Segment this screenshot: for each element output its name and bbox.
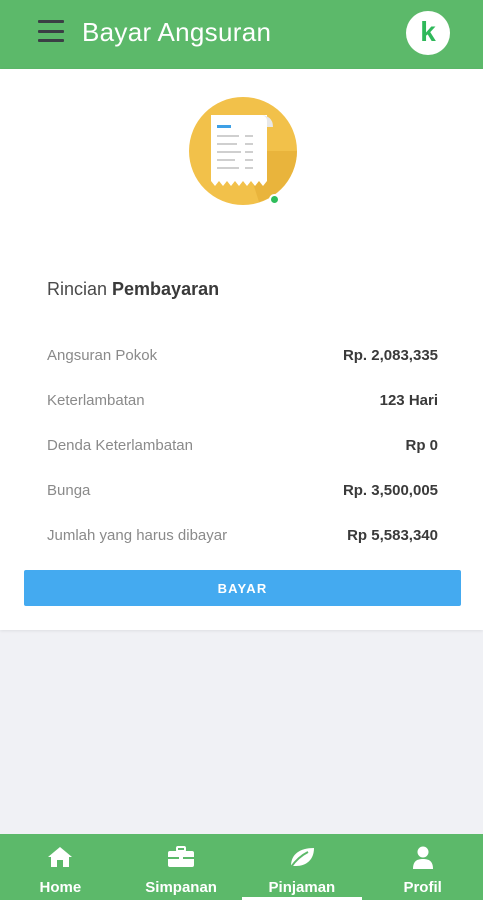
detail-label: Denda Keterlambatan <box>47 436 193 454</box>
nav-item-home[interactable]: Home <box>0 834 121 900</box>
logo-letter: k <box>420 15 436 47</box>
page-title: Bayar Angsuran <box>82 17 272 47</box>
detail-label: Bunga <box>47 481 91 499</box>
nav-item-simpanan[interactable]: Simpanan <box>121 834 242 900</box>
status-dot <box>269 194 280 205</box>
detail-value: Rp 0 <box>405 436 438 454</box>
detail-value: Rp. 3,500,005 <box>342 481 438 499</box>
payment-card: Rincian Pembayaran Angsuran Pokok Rp. 2,… <box>0 69 483 630</box>
section-title-light: Rincian <box>47 279 113 299</box>
nav-label-profil: Profil <box>403 879 442 896</box>
detail-label: Jumlah yang harus dibayar <box>47 526 228 544</box>
section-title-bold: Pembayaran <box>112 279 220 299</box>
nav-label-home: Home <box>39 879 82 896</box>
detail-value: 123 Hari <box>379 391 438 409</box>
detail-row-total: Jumlah yang harus dibayar Rp 5,583,340 <box>47 523 438 547</box>
hamburger-menu-icon[interactable] <box>38 20 64 42</box>
detail-row-keterlambatan: Keterlambatan 123 Hari <box>47 388 438 412</box>
detail-label: Angsuran Pokok <box>47 346 158 364</box>
detail-label: Keterlambatan <box>47 391 145 409</box>
app-logo[interactable]: k <box>406 11 450 55</box>
detail-row-bunga: Bunga Rp. 3,500,005 <box>47 478 438 502</box>
briefcase-icon <box>168 846 195 867</box>
detail-row-denda: Denda Keterlambatan Rp 0 <box>47 433 438 457</box>
detail-row-angsuran-pokok: Angsuran Pokok Rp. 2,083,335 <box>47 343 438 367</box>
detail-value: Rp 5,583,340 <box>347 526 438 544</box>
nav-label-simpanan: Simpanan <box>145 879 217 896</box>
pay-button[interactable]: BAYAR <box>24 570 461 606</box>
app-bar: Bayar Angsuran k <box>0 0 483 69</box>
section-title: Rincian Pembayaran <box>47 279 219 300</box>
detail-value: Rp. 2,083,335 <box>342 346 438 364</box>
receipt-icon <box>189 97 297 205</box>
bottom-nav: Home Simpanan Pinjaman Profil <box>0 834 483 900</box>
nav-item-pinjaman[interactable]: Pinjaman <box>241 834 363 900</box>
user-icon <box>412 846 433 869</box>
leaf-icon <box>290 848 314 868</box>
nav-item-profil[interactable]: Profil <box>362 834 483 900</box>
nav-label-pinjaman: Pinjaman <box>268 879 336 896</box>
home-icon <box>48 847 73 867</box>
